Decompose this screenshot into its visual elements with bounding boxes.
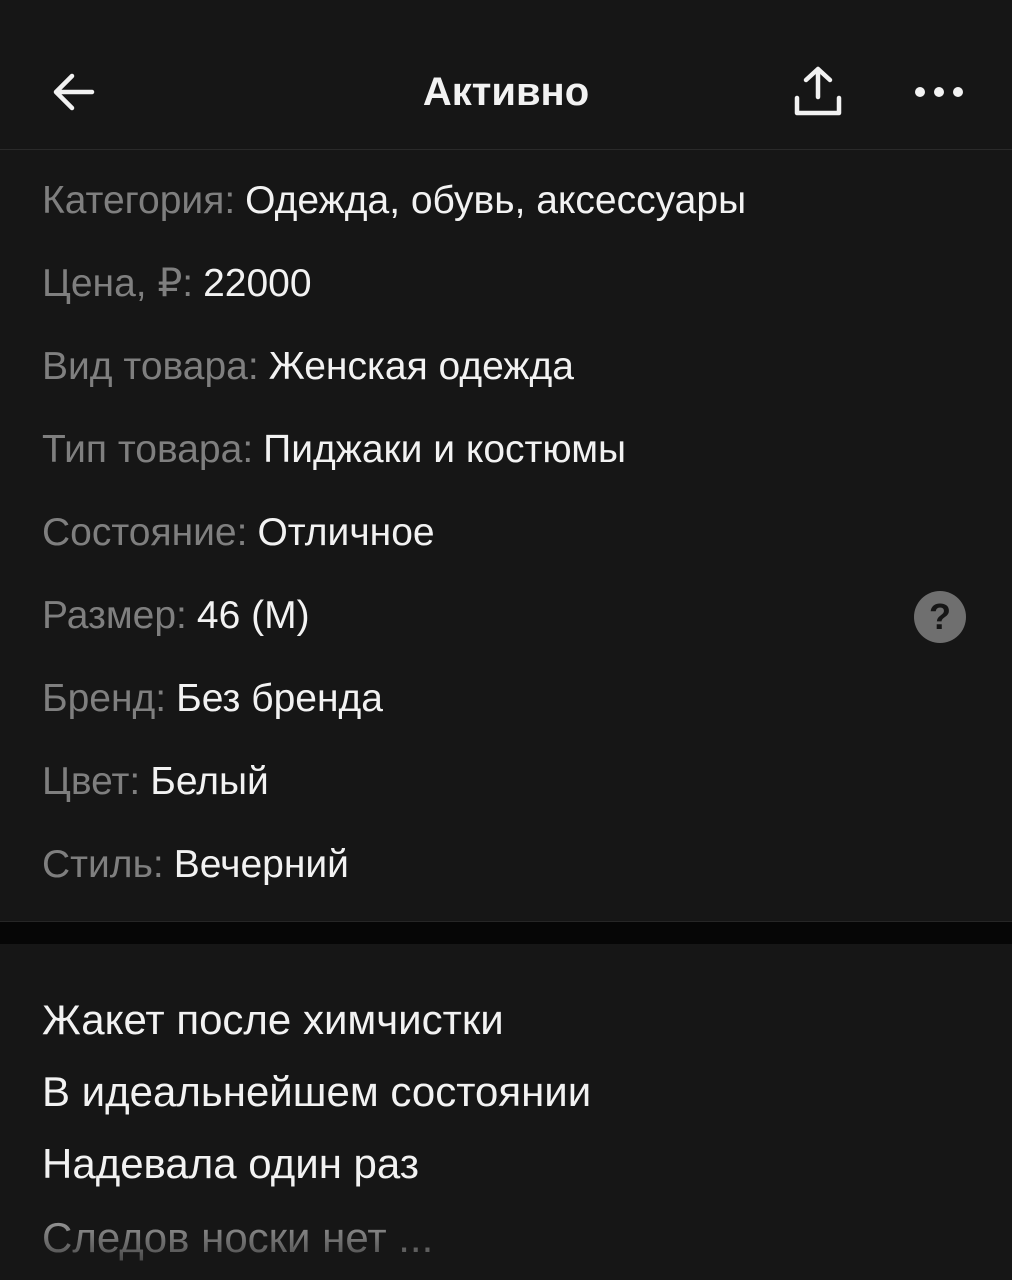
- arrow-left-icon: [53, 73, 95, 111]
- size-help-icon[interactable]: ?: [914, 591, 966, 643]
- param-separator: :: [247, 344, 259, 388]
- param-value: Без бренда: [176, 676, 383, 720]
- param-row-condition: Состояние: Отличное: [42, 491, 970, 574]
- param-separator: :: [155, 676, 167, 720]
- param-row-style: Стиль: Вечерний: [42, 823, 970, 906]
- item-parameters: Категория: Одежда, обувь, аксессуары Цена…: [0, 150, 1012, 921]
- param-label: Стиль: [42, 842, 153, 886]
- param-value: Отличное: [257, 510, 435, 554]
- param-row-category: Категория: Одежда, обувь, аксессуары: [42, 159, 970, 242]
- param-label: Бренд: [42, 676, 156, 720]
- page-title: Активно: [422, 70, 590, 114]
- param-separator: :: [242, 427, 254, 471]
- param-separator: :: [236, 510, 248, 554]
- param-row-brand: Бренд: Без бренда: [42, 657, 970, 740]
- more-button[interactable]: [908, 62, 970, 122]
- param-label: Цвет: [42, 759, 130, 803]
- param-separator: :: [129, 759, 141, 803]
- description-line: Следов носки нет ...: [42, 1214, 434, 1261]
- param-separator: :: [224, 178, 236, 222]
- param-separator: :: [182, 261, 194, 305]
- param-value: Женская одежда: [268, 344, 574, 388]
- param-separator: :: [176, 593, 187, 637]
- param-label: Цена, ₽: [42, 262, 183, 305]
- param-label: Вид товара: [42, 344, 248, 388]
- section-divider: [0, 921, 1012, 945]
- top-bar: Активно: [0, 0, 1012, 150]
- param-value: Белый: [150, 759, 269, 803]
- share-upload-icon: [794, 66, 842, 116]
- share-button[interactable]: [788, 62, 848, 122]
- param-row-size: Размер:46 (M): [42, 574, 970, 657]
- back-button[interactable]: [44, 64, 100, 120]
- param-value: 46 (M): [196, 593, 310, 637]
- item-description[interactable]: Жакет после химчистки В идеальнейшем сос…: [0, 944, 1012, 1280]
- param-row-goods-kind: Вид товара: Женская одежда: [42, 325, 970, 408]
- param-label: Категория: [42, 178, 225, 222]
- param-row-goods-type: Тип товара: Пиджаки и костюмы: [42, 408, 970, 491]
- param-label: Размер: [42, 593, 177, 637]
- description-line: В идеальнейшем состоянии: [42, 1068, 592, 1115]
- param-value: Пиджаки и костюмы: [263, 427, 627, 471]
- param-value: Вечерний: [173, 842, 349, 886]
- description-line: Жакет после химчистки: [42, 996, 504, 1043]
- description-line: Надевала один раз: [42, 1140, 420, 1187]
- param-label: Состояние: [42, 510, 237, 554]
- param-value: Одежда, обувь, аксессуары: [245, 178, 747, 222]
- param-separator: :: [152, 842, 164, 886]
- param-row-color: Цвет: Белый: [42, 740, 970, 823]
- param-label: Тип товара: [42, 427, 243, 471]
- more-horizontal-icon: [915, 87, 963, 97]
- param-row-price: Цена, ₽:22000: [42, 242, 970, 325]
- param-value: 22000: [203, 261, 312, 305]
